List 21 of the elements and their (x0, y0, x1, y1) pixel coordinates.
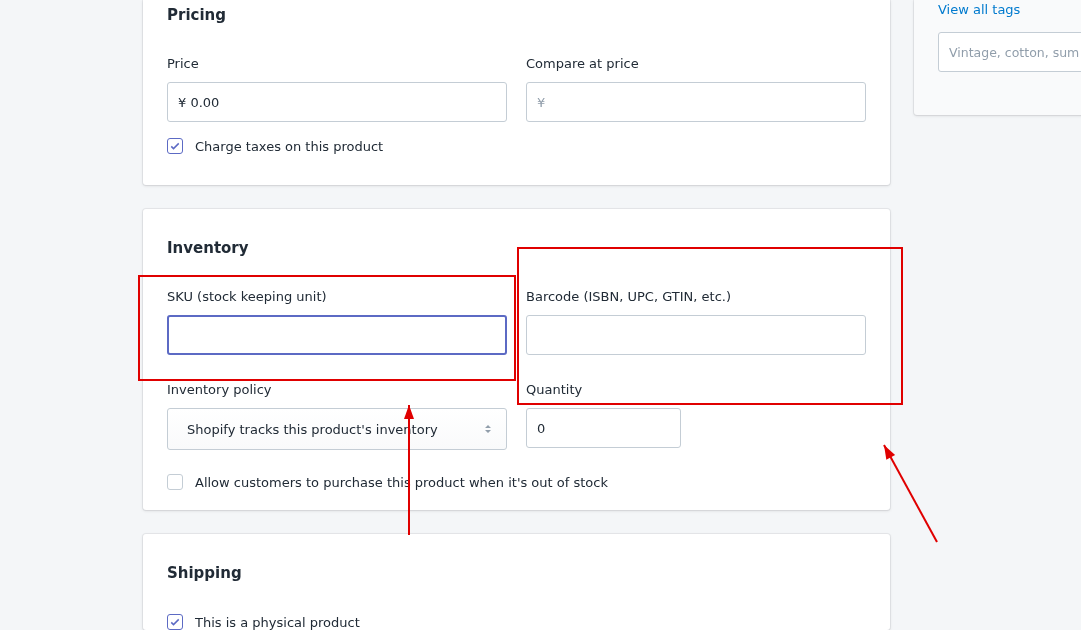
field-label: Barcode (ISBN, UPC, GTIN, etc.) (526, 288, 732, 306)
section-title: Pricing (167, 5, 227, 26)
check-icon (169, 140, 181, 152)
checkbox[interactable] (167, 614, 183, 630)
check-icon (169, 616, 181, 628)
input-field[interactable] (167, 315, 507, 355)
checkbox-label: This is a physical product (195, 614, 360, 630)
field-label: Compare at price (526, 55, 640, 73)
field-label: Quantity (526, 381, 584, 399)
field-label: Inventory policy (167, 381, 273, 399)
section-title: Inventory (167, 238, 250, 259)
input-field[interactable]: 0 (526, 408, 681, 448)
checkbox[interactable] (167, 138, 183, 154)
checkbox-label: Charge taxes on this product (195, 138, 384, 154)
sort-caret-icon (484, 423, 492, 435)
field-label: SKU (stock keeping unit) (167, 288, 328, 306)
view-all-tags-link[interactable]: View all tags (938, 0, 1021, 20)
section-title: Shipping (167, 563, 243, 584)
field-label: Price (167, 55, 200, 73)
input-field[interactable]: ¥ 0.00 (167, 82, 507, 122)
tags-input-field[interactable]: Vintage, cotton, sum (938, 32, 1081, 72)
